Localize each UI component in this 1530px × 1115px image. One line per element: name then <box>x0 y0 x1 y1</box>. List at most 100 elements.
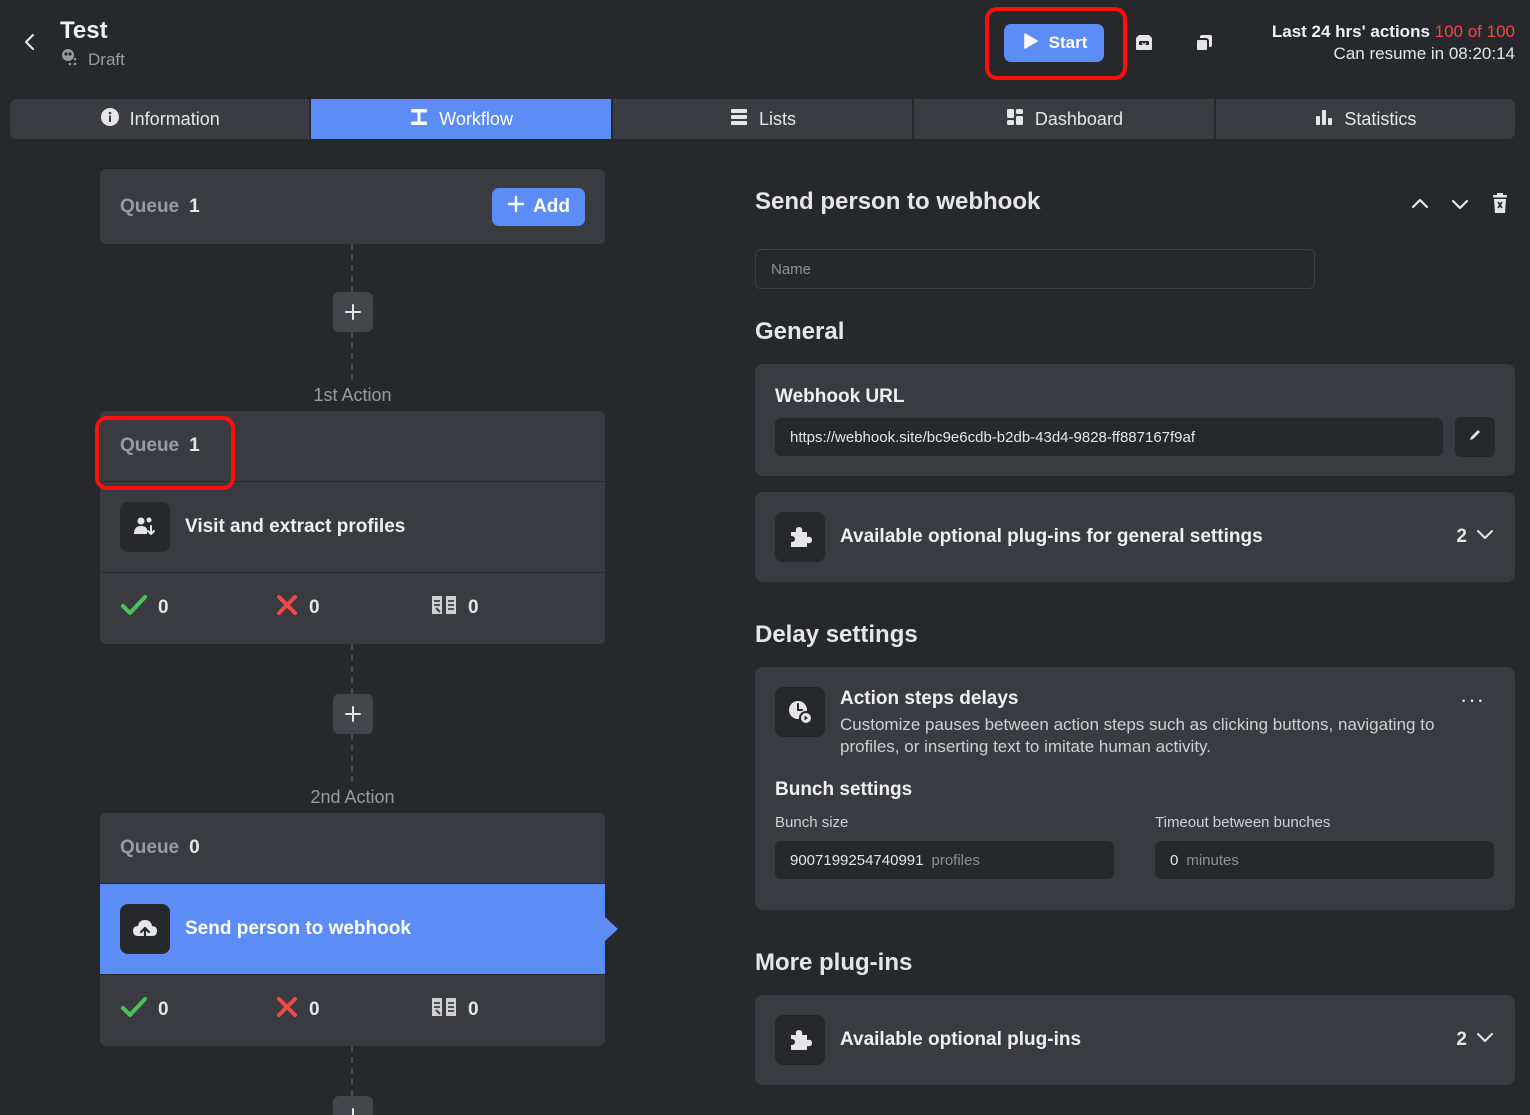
general-heading: General <box>755 318 845 345</box>
plugins-count: 2 <box>1456 526 1467 547</box>
action-visit-extract[interactable]: Visit and extract profiles <box>100 482 605 572</box>
webhook-box: Webhook URL https://webhook.site/bc9e6cd… <box>755 364 1515 476</box>
chevron-up-icon[interactable] <box>1408 192 1432 216</box>
more-plugins-heading: More plug-ins <box>755 949 913 976</box>
add-label: Add <box>533 195 570 217</box>
tab-lists[interactable]: Lists <box>612 99 913 139</box>
tab-label: Lists <box>759 108 797 129</box>
plus-icon <box>346 1108 360 1115</box>
edit-button[interactable] <box>1455 417 1495 457</box>
archive-icon[interactable] <box>1133 32 1155 54</box>
tab-information[interactable]: Information <box>10 99 310 139</box>
connector-line <box>351 1046 353 1096</box>
action-name: Visit and extract profiles <box>185 516 406 537</box>
failed-count[interactable]: 0 <box>275 593 430 623</box>
insert-step-button[interactable] <box>333 292 373 332</box>
delay-desc-line: profiles, or inserting text to imitate h… <box>840 737 1212 756</box>
plus-icon <box>345 304 361 320</box>
tab-dashboard[interactable]: Dashboard <box>914 99 1214 139</box>
page-title: Test <box>60 17 108 44</box>
draft-icon <box>60 47 80 72</box>
chevron-down-icon <box>1475 1027 1495 1053</box>
action-send-webhook[interactable]: Send person to webhook <box>100 884 618 974</box>
tab-statistics[interactable]: Statistics <box>1215 99 1516 139</box>
general-plugins-toggle[interactable]: Available optional plug-ins for general … <box>755 492 1515 582</box>
more-options-icon[interactable]: ··· <box>1460 687 1485 713</box>
start-button[interactable]: Start <box>1004 24 1104 62</box>
tab-label: Statistics <box>1344 108 1417 129</box>
step-label: 2nd Action <box>310 787 395 807</box>
more-plugins-label: Available optional plug-ins <box>840 1029 1082 1050</box>
pencil-icon <box>1467 427 1483 448</box>
tab-bar: Information Workflow Lists Dashboard Sta… <box>10 99 1516 139</box>
skipped-value: 0 <box>468 597 479 618</box>
bunch-size-unit: profiles <box>931 851 980 869</box>
info-icon <box>100 107 120 132</box>
failed-value: 0 <box>309 999 320 1020</box>
skip-icon <box>430 593 458 623</box>
back-icon[interactable] <box>18 30 42 54</box>
selected-pointer <box>605 917 618 941</box>
queue-label: Queue <box>120 435 180 456</box>
insert-step-button[interactable] <box>333 1096 373 1115</box>
success-count[interactable]: 0 <box>120 995 275 1025</box>
tab-workflow[interactable]: Workflow <box>311 99 611 139</box>
timeout-value: 0 <box>1170 851 1179 869</box>
chevron-down-icon[interactable] <box>1448 192 1472 216</box>
timeout-unit: minutes <box>1186 851 1239 869</box>
start-queue-card: Queue 1 Add <box>100 169 605 244</box>
bunch-size-field[interactable]: 9007199254740991 profiles <box>775 841 1114 879</box>
general-plugins-box: Available optional plug-ins for general … <box>755 492 1515 582</box>
connector-line <box>351 734 353 782</box>
queue-count: 1 <box>189 435 200 456</box>
delay-box: Action steps delays Customize pauses bet… <box>755 667 1515 910</box>
resume-text: Can resume in 08:20:14 <box>1333 44 1515 63</box>
success-count[interactable]: 0 <box>120 593 275 623</box>
bunch-size-label: Bunch size <box>775 814 849 831</box>
quota-prefix: Last 24 hrs' actions <box>1271 22 1430 41</box>
plus-icon <box>345 706 361 722</box>
tab-label: Information <box>129 108 220 129</box>
panel-title: Send person to webhook <box>755 188 1041 215</box>
skipped-count[interactable]: 0 <box>430 593 585 623</box>
failed-count[interactable]: 0 <box>275 995 430 1025</box>
action-name: Send person to webhook <box>185 918 411 939</box>
queue-count: 0 <box>189 837 200 858</box>
delay-heading: Delay settings <box>755 621 918 648</box>
general-plugins-label: Available optional plug-ins for general … <box>840 526 1263 547</box>
status: Draft <box>60 47 125 72</box>
name-field[interactable] <box>755 249 1315 289</box>
chevron-down-icon <box>1475 524 1495 550</box>
check-icon <box>120 593 148 623</box>
bunch-size-value: 9007199254740991 <box>790 851 924 869</box>
queue-count: 1 <box>189 195 200 217</box>
connector-line <box>351 644 353 694</box>
more-plugins-box: Available optional plug-ins 2 <box>755 995 1515 1085</box>
webhook-url-field[interactable]: https://webhook.site/bc9e6cdb-b2db-43d4-… <box>775 418 1443 456</box>
skipped-value: 0 <box>468 999 479 1020</box>
timeout-field[interactable]: 0 minutes <box>1155 841 1494 879</box>
connector-line <box>351 244 353 292</box>
add-button[interactable]: Add <box>492 187 585 226</box>
user-download-icon <box>120 502 170 552</box>
quota-info: Last 24 hrs' actions 100 of 100 Can resu… <box>1272 21 1515 65</box>
delay-description: Customize pauses between action steps su… <box>840 714 1434 758</box>
status-label: Draft <box>88 49 125 69</box>
queue-label: Queue <box>120 195 180 217</box>
success-value: 0 <box>158 999 169 1020</box>
more-plugins-toggle[interactable]: Available optional plug-ins 2 <box>755 995 1515 1085</box>
webhook-label: Webhook URL <box>775 386 905 407</box>
insert-step-button[interactable] <box>333 694 373 734</box>
cross-icon <box>275 593 299 623</box>
failed-value: 0 <box>309 597 320 618</box>
delay-desc-line: Customize pauses between action steps su… <box>840 715 1435 734</box>
check-icon <box>120 995 148 1025</box>
action-card-1: Queue 1 Visit and extract profiles 0 0 0 <box>100 411 605 644</box>
success-value: 0 <box>158 597 169 618</box>
duplicate-icon[interactable] <box>1193 32 1215 54</box>
trash-icon[interactable] <box>1489 192 1513 216</box>
cross-icon <box>275 995 299 1025</box>
action-card-2: Queue 0 Send person to webhook 0 0 0 <box>100 813 618 1046</box>
puzzle-icon <box>775 512 825 562</box>
skipped-count[interactable]: 0 <box>430 995 585 1025</box>
